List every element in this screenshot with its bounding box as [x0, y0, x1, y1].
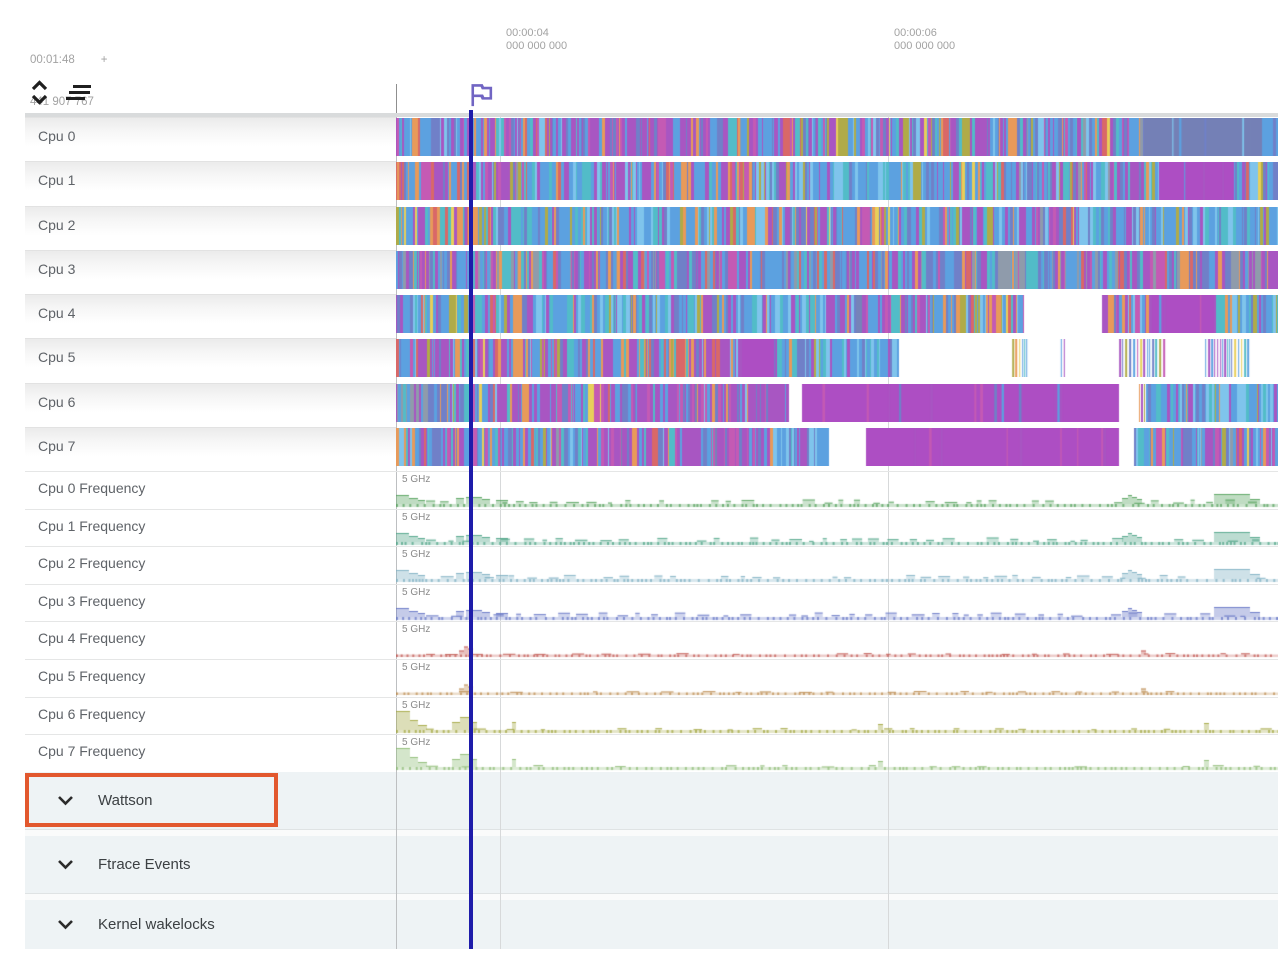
sort-tracks-icon[interactable] [65, 83, 93, 108]
perfetto-trace-viewer: 00:01:48+ 441 907 767 00:00:04000 000 00… [0, 0, 1278, 956]
timeline-header: 00:01:48+ 441 907 767 [0, 0, 1278, 113]
cpu-track-label[interactable]: Cpu 7 [38, 438, 75, 454]
chevron-down-icon[interactable] [57, 859, 74, 870]
freq-counter-track[interactable] [396, 546, 1278, 583]
cpu-track-label[interactable]: Cpu 2 [38, 217, 75, 233]
chevron-down-icon[interactable] [57, 795, 74, 806]
cpu-track-label[interactable]: Cpu 5 [38, 349, 75, 365]
cpu-sched-track[interactable] [396, 295, 1278, 333]
cpu-track-label-cell[interactable] [25, 294, 396, 333]
freq-counter-track[interactable] [396, 621, 1278, 658]
freq-scale-label: 5 GHz [402, 474, 430, 485]
freq-track-label[interactable]: Cpu 7 Frequency [38, 743, 145, 759]
section-row-ftrace-events[interactable] [25, 836, 1278, 893]
cpu-sched-track[interactable] [396, 251, 1278, 289]
freq-scale-label: 5 GHz [402, 587, 430, 598]
timeline-tick-label: 00:00:04000 000 000 [506, 27, 567, 53]
cpu-track-label[interactable]: Cpu 1 [38, 172, 75, 188]
viewport-plus-sign: + [101, 54, 108, 66]
timeline-tick-label: 00:00:06000 000 000 [894, 27, 955, 53]
cpu-track-label-cell[interactable] [25, 161, 396, 200]
cpu-track-label-cell[interactable] [25, 338, 396, 377]
freq-scale-label: 5 GHz [402, 549, 430, 560]
freq-counter-track[interactable] [396, 471, 1278, 508]
freq-track-label[interactable]: Cpu 5 Frequency [38, 668, 145, 684]
freq-scale-label: 5 GHz [402, 662, 430, 673]
cpu-sched-track[interactable] [396, 207, 1278, 245]
cpu-sched-track[interactable] [396, 384, 1278, 422]
freq-scale-label: 5 GHz [402, 624, 430, 635]
freq-track-label[interactable]: Cpu 2 Frequency [38, 555, 145, 571]
cpu-sched-track[interactable] [396, 428, 1278, 466]
freq-counter-track[interactable] [396, 584, 1278, 621]
cpu-sched-track[interactable] [396, 339, 1278, 377]
freq-track-label[interactable]: Cpu 1 Frequency [38, 518, 145, 534]
cpu-track-label[interactable]: Cpu 4 [38, 305, 75, 321]
freq-track-label[interactable]: Cpu 6 Frequency [38, 706, 145, 722]
freq-counter-track[interactable] [396, 697, 1278, 734]
freq-scale-label: 5 GHz [402, 700, 430, 711]
section-header[interactable]: Kernel wakelocks [25, 900, 215, 949]
cpu-sched-track[interactable] [396, 162, 1278, 200]
track-area-left-border [396, 84, 397, 113]
section-separator [25, 893, 1278, 900]
unfold-tracks-icon[interactable] [30, 79, 49, 111]
cpu-track-label-cell[interactable] [25, 383, 396, 422]
marker-flag-icon[interactable] [465, 76, 496, 118]
section-label: Wattson [98, 792, 152, 809]
freq-track-label[interactable]: Cpu 4 Frequency [38, 630, 145, 646]
cpu-track-label[interactable]: Cpu 3 [38, 261, 75, 277]
viewport-time: 00:01:48 [30, 54, 75, 66]
freq-track-label[interactable]: Cpu 0 Frequency [38, 480, 145, 496]
freq-scale-label: 5 GHz [402, 737, 430, 748]
section-label: Ftrace Events [98, 856, 191, 873]
freq-counter-track[interactable] [396, 509, 1278, 546]
section-label: Kernel wakelocks [98, 916, 215, 933]
section-separator [25, 829, 1278, 836]
cpu-track-label[interactable]: Cpu 6 [38, 394, 75, 410]
chevron-down-icon[interactable] [57, 919, 74, 930]
section-row-wattson[interactable] [25, 772, 1278, 829]
cpu-track-label-cell[interactable] [25, 427, 396, 466]
timeline-marker-line[interactable] [469, 110, 473, 949]
cpu-track-label-cell[interactable] [25, 250, 396, 289]
cpu-sched-track[interactable] [396, 118, 1278, 156]
freq-counter-track[interactable] [396, 734, 1278, 771]
section-header[interactable]: Ftrace Events [25, 836, 191, 893]
freq-scale-label: 5 GHz [402, 512, 430, 523]
section-header[interactable]: Wattson [25, 772, 152, 829]
cpu-track-label-cell[interactable] [25, 206, 396, 245]
freq-counter-track[interactable] [396, 659, 1278, 696]
freq-track-label[interactable]: Cpu 3 Frequency [38, 593, 145, 609]
